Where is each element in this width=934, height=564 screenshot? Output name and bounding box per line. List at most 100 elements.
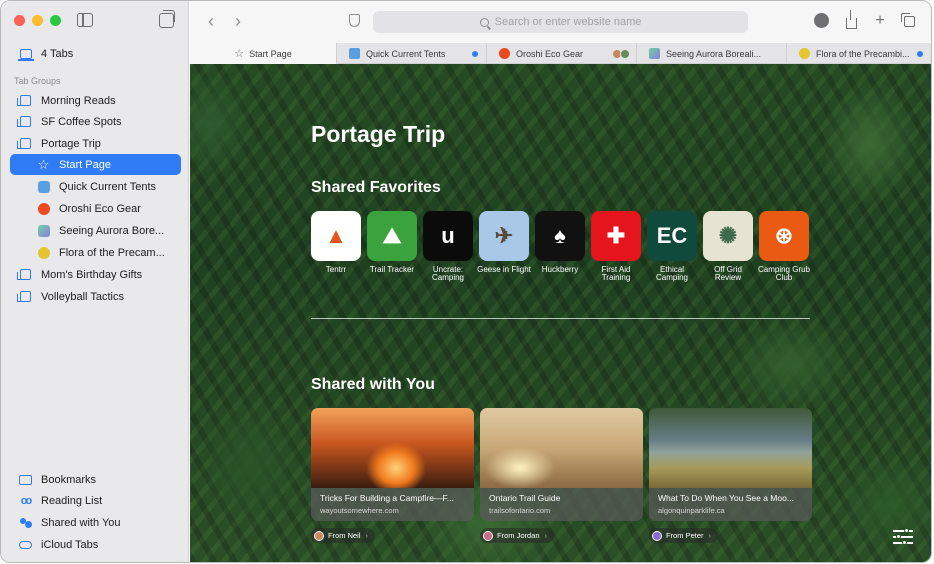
favorite-grub-club[interactable]: ⊛ Camping Grub Club: [758, 211, 810, 282]
sidebar-toggle-icon[interactable]: [77, 13, 93, 27]
hiker-icon: ⛰: [367, 211, 417, 261]
chevron-right-icon: ›: [708, 531, 712, 540]
tab-flora[interactable]: Flora of the Precambi...: [786, 43, 931, 64]
tent-favicon-icon: [37, 180, 50, 193]
unread-dot: [917, 50, 923, 57]
sidebar-tab-start-page[interactable]: ☆ Start Page: [10, 154, 181, 175]
tree-icon: ♠: [535, 211, 585, 261]
avatar: [652, 530, 662, 541]
favorite-off-grid[interactable]: ✺ Off Grid Review: [703, 211, 753, 282]
window-controls: [14, 15, 61, 26]
tab-start-page[interactable]: ☆ Start Page: [190, 43, 336, 64]
tab-oroshi-eco-gear[interactable]: Oroshi Eco Gear: [486, 43, 636, 64]
shared-card-moose[interactable]: What To Do When You See a Moo... algonqu…: [649, 408, 812, 544]
chevron-right-icon: ›: [365, 531, 369, 540]
sidebar-icloud-tabs[interactable]: iCloud Tabs: [10, 534, 181, 555]
forward-icon[interactable]: ›: [230, 12, 246, 30]
close-button[interactable]: [14, 15, 25, 26]
sidebar-group-morning-reads[interactable]: Morning Reads: [10, 90, 181, 111]
privacy-shield-icon[interactable]: [349, 14, 360, 27]
address-bar[interactable]: Search or enter website name: [373, 11, 748, 33]
share-icon[interactable]: [842, 10, 860, 30]
shared-cards: Tricks For Building a Campfire—F... wayo…: [311, 408, 812, 544]
card-url: trailsofontario.com: [489, 506, 551, 515]
address-placeholder: Search or enter website name: [494, 16, 642, 28]
sidebar-item-tabs[interactable]: 4 Tabs: [10, 43, 181, 64]
oroshi-favicon-icon: [37, 202, 50, 215]
sidebar-item-label: Start Page: [59, 158, 111, 171]
sidebar-reading-list[interactable]: oo Reading List: [10, 490, 181, 511]
favorite-uncrate[interactable]: u Uncrate: Camping: [423, 211, 473, 282]
glasses-icon: oo: [20, 494, 32, 507]
section-divider: [311, 318, 810, 319]
shared-card-trail[interactable]: Ontario Trail Guide trailsofontario.com …: [480, 408, 643, 544]
from-label: From Neil: [328, 531, 361, 540]
favorite-ethical-camping[interactable]: EC Ethical Camping: [647, 211, 697, 282]
sidebar-tab-quick-current[interactable]: Quick Current Tents: [10, 176, 181, 197]
shared-favorites-heading: Shared Favorites: [311, 179, 441, 196]
aurora-favicon-icon: [37, 224, 50, 237]
sidebar-tab-oroshi[interactable]: Oroshi Eco Gear: [10, 198, 181, 219]
tab-label: Seeing Aurora Boreali...: [666, 48, 762, 59]
geese-icon: ✈: [479, 211, 529, 261]
shared-card-campfire[interactable]: Tricks For Building a Campfire—F... wayo…: [311, 408, 474, 544]
shared-icon: [19, 516, 32, 529]
favorite-first-aid[interactable]: ✚ First Aid Training: [591, 211, 641, 282]
favorite-label: Ethical Camping: [655, 265, 688, 282]
sidebar-tab-aurora[interactable]: Seeing Aurora Bore...: [10, 220, 181, 241]
tab-quick-current-tents[interactable]: Quick Current Tents: [336, 43, 486, 64]
card-url: algonquinparklife.ca: [658, 506, 725, 515]
new-tab-icon[interactable]: +: [871, 12, 889, 30]
cloud-icon: [19, 538, 32, 551]
star-icon: ☆: [234, 48, 245, 60]
extensions-icon[interactable]: [813, 12, 831, 30]
favorite-huckberry[interactable]: ♠ Huckberry: [535, 211, 585, 282]
sidebar-shared-with-you[interactable]: Shared with You: [10, 512, 181, 533]
sidebar-item-label: 4 Tabs: [41, 47, 74, 60]
safari-window: 4 Tabs Tab Groups Morning Reads SF Coffe…: [0, 0, 932, 563]
zoom-button[interactable]: [50, 15, 61, 26]
elk-image: [649, 408, 812, 488]
sidebar-group-portage-trip[interactable]: Portage Trip: [10, 133, 181, 154]
flower-favicon-icon: [37, 246, 50, 259]
customize-start-page-icon[interactable]: [893, 527, 913, 546]
uncrate-icon: u: [423, 211, 473, 261]
favorite-trail-tracker[interactable]: ⛰ Trail Tracker: [367, 211, 417, 282]
tab-overview-icon[interactable]: [900, 12, 918, 30]
favorite-label: Huckberry: [541, 265, 579, 274]
tab-label: Start Page: [249, 48, 292, 59]
from-label: From Jordan: [497, 531, 540, 540]
card-title: What To Do When You See a Moo...: [658, 493, 794, 503]
sidebar-group-volleyball[interactable]: Volleyball Tactics: [10, 286, 181, 307]
laptop-icon: [17, 47, 34, 61]
from-badge[interactable]: From Peter ›: [649, 528, 719, 543]
sidebar-bookmarks[interactable]: Bookmarks: [10, 469, 181, 490]
card-title: Tricks For Building a Campfire—F...: [320, 493, 454, 503]
page-title: Portage Trip: [311, 121, 446, 147]
sidebar-group-moms-birthday[interactable]: Mom's Birthday Gifts: [10, 264, 181, 285]
minimize-button[interactable]: [32, 15, 43, 26]
new-tab-group-icon[interactable]: [159, 10, 175, 28]
sidebar-item-label: Morning Reads: [41, 94, 116, 107]
favorite-label: Geese in Flight: [477, 265, 531, 274]
sidebar-item-label: Portage Trip: [41, 137, 101, 150]
card-caption: Tricks For Building a Campfire—F... wayo…: [311, 488, 474, 521]
favorites-grid: ▲ Tentrr ⛰ Trail Tracker u Uncrate: Camping…: [311, 211, 810, 282]
tab-aurora[interactable]: Seeing Aurora Boreali...: [636, 43, 786, 64]
avatar: [314, 530, 324, 541]
shared-tab-group-icon: [17, 137, 32, 150]
from-badge[interactable]: From Jordan ›: [480, 528, 555, 543]
tab-group-icon: [17, 290, 32, 303]
card-url: wayoutsomewhere.com: [320, 506, 399, 515]
tab-groups-heading: Tab Groups: [14, 76, 61, 86]
favorite-geese[interactable]: ✈ Geese in Flight: [477, 211, 531, 282]
favorite-label: First Aid Training: [601, 265, 631, 282]
favorite-label: Tentrr: [325, 265, 347, 274]
favorite-tentrr[interactable]: ▲ Tentrr: [311, 211, 361, 282]
tentrr-icon: ▲: [311, 211, 361, 261]
sidebar-item-label: Reading List: [41, 494, 103, 507]
back-icon[interactable]: ‹: [203, 12, 219, 30]
from-badge[interactable]: From Neil ›: [311, 528, 376, 543]
sidebar-tab-flora[interactable]: Flora of the Precam...: [10, 242, 181, 263]
sidebar-group-sf-coffee[interactable]: SF Coffee Spots: [10, 111, 181, 132]
